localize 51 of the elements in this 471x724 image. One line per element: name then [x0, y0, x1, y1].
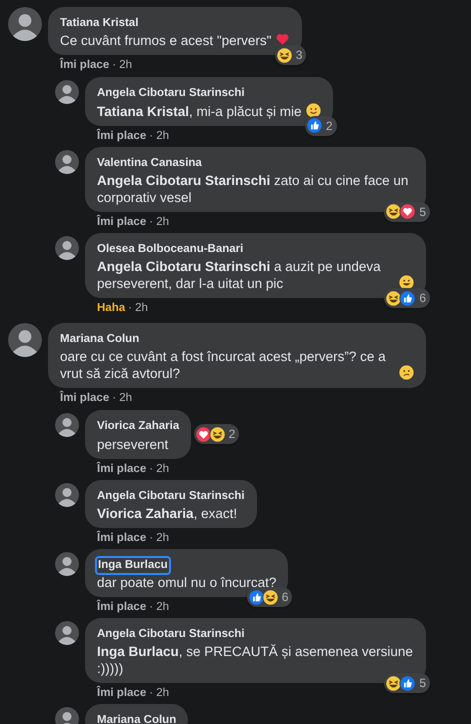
reaction-summary[interactable]: 6 — [246, 587, 292, 607]
avatar[interactable] — [55, 482, 79, 506]
reaction-summary[interactable]: 5 — [384, 202, 430, 222]
comment-time: · 2h — [149, 600, 170, 614]
like-link[interactable]: Îmi place — [97, 128, 146, 142]
comment-time: · 2h — [112, 391, 132, 406]
comment-time: · 2h — [149, 214, 170, 229]
like-link[interactable]: Îmi place — [97, 214, 146, 229]
like-link[interactable]: Îmi place — [60, 58, 110, 72]
comment-text: perseverent — [97, 436, 168, 452]
comment-text: Ce cuvânt frumos e acest "pervers" — [60, 32, 272, 50]
avatar[interactable] — [55, 80, 79, 104]
author-name[interactable]: Tatiana Kristal — [60, 16, 138, 31]
author-name[interactable]: Angela Cibotaru Starinschi — [97, 488, 245, 504]
author-name[interactable]: Mariana Colun — [60, 332, 140, 347]
reaction-summary[interactable]: 2 — [194, 424, 240, 444]
comment-time: · 2h — [149, 462, 170, 476]
comment-time: · 2h — [149, 530, 170, 545]
author-name[interactable]: Mariana Colun — [97, 713, 176, 724]
author-name[interactable]: Viorica Zaharia — [97, 419, 180, 434]
avatar[interactable] — [55, 150, 79, 174]
comment-time: · 2h — [149, 686, 170, 700]
avatar[interactable] — [8, 323, 42, 357]
comment-text: Viorica Zaharia, exact! — [97, 504, 238, 522]
avatar[interactable] — [55, 236, 79, 260]
like-link[interactable]: Îmi place — [97, 686, 146, 700]
author-name[interactable]: Angela Cibotaru Starinschi — [97, 627, 245, 642]
avatar[interactable] — [55, 621, 79, 645]
comment-time: · 2h — [112, 58, 132, 72]
author-name[interactable]: Valentina Canasina — [97, 156, 202, 170]
comment-time: · 2h — [149, 128, 170, 142]
like-link[interactable]: Haha — [97, 301, 126, 315]
avatar[interactable] — [55, 413, 79, 438]
reaction-summary[interactable]: 3 — [274, 45, 306, 66]
like-link[interactable]: Îmi place — [97, 530, 146, 545]
comment-text: Angela Cibotaru Starinschi a auzit pe undeva perseverent, dar l-a uitat un pic — [97, 258, 382, 292]
like-link[interactable]: Îmi place — [97, 600, 146, 614]
like-link[interactable]: Îmi place — [60, 391, 110, 406]
author-name[interactable]: Olesea Bolboceanu-Banari — [97, 242, 244, 257]
author-name[interactable]: Angela Cibotaru Starinschi — [97, 86, 245, 102]
comment-time: · 2h — [128, 301, 148, 315]
comment-text: oare cu ce cuvânt a fost încurcat acest „pervers”? ce a vrut să zică avtorul? — [60, 348, 387, 382]
reaction-summary[interactable]: 5 — [384, 673, 430, 694]
comment-text: Tatiana Kristal, mi-a plăcut și mie — [97, 102, 302, 120]
avatar[interactable] — [55, 707, 79, 724]
like-link[interactable]: Îmi place — [97, 462, 146, 476]
author-name[interactable]: Inga Burlacu — [97, 558, 169, 573]
avatar[interactable] — [8, 7, 42, 41]
reaction-summary[interactable]: 2 — [304, 116, 337, 136]
reaction-summary[interactable]: 6 — [384, 288, 430, 308]
avatar[interactable] — [55, 552, 79, 576]
